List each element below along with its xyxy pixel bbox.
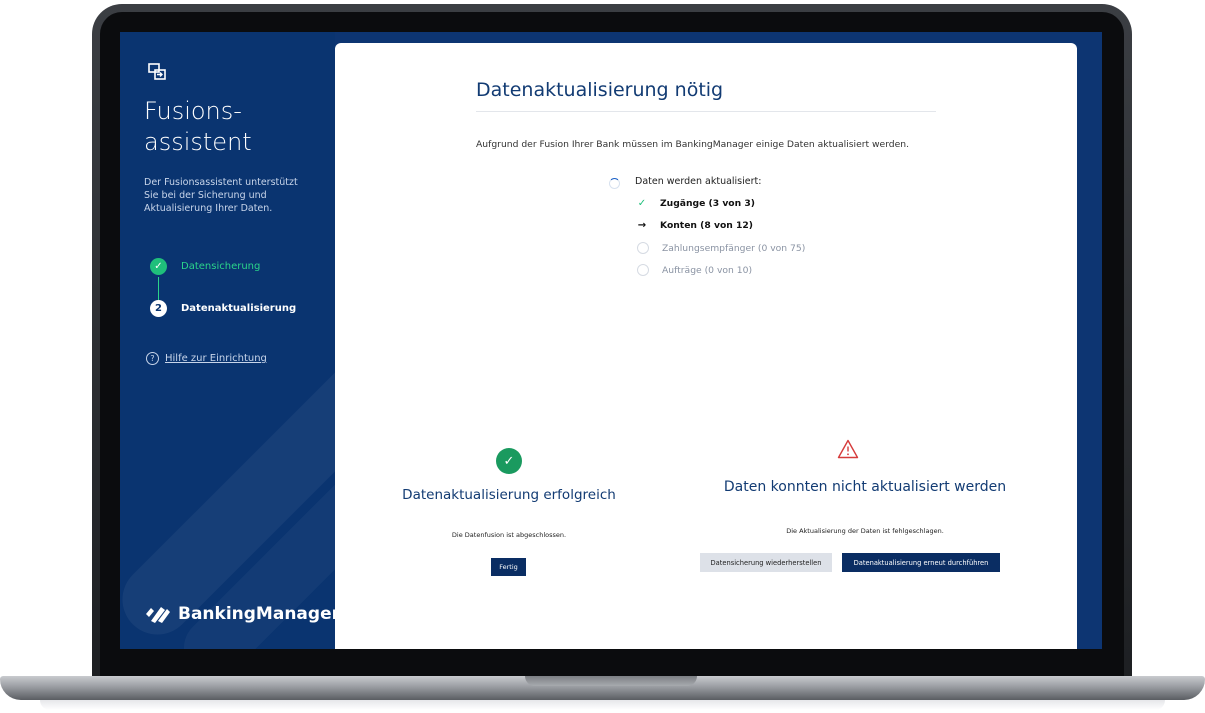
step-label: Datenaktualisierung [181,303,297,314]
help-link[interactable]: ? Hilfe zur Einrichtung [146,352,267,365]
list-item: Zahlungsempfänger (0 von 75) [635,242,805,254]
list-item: Aufträge (0 von 10) [635,264,752,276]
main-panel: Datenaktualisierung nötig Aufgrund der F… [335,43,1077,649]
retry-update-button[interactable]: Datenaktualisierung erneut durchführen [842,553,1000,572]
warning-icon [837,439,859,459]
step-datensicherung: ✓ Datensicherung [150,258,260,275]
brand-logo: BankingManager [145,604,335,624]
empty-circle-icon [637,264,649,276]
list-item-label: Konten (8 von 12) [660,220,753,231]
bankingmanager-logo-icon [146,607,170,623]
step-connector [158,277,159,300]
help-link-label[interactable]: Hilfe zur Einrichtung [165,353,267,364]
laptop-shadow [40,700,1165,710]
page-title: Datenaktualisierung nötig [476,79,724,101]
spinner-icon [609,178,620,189]
list-item-label: Aufträge (0 von 10) [662,264,753,276]
check-icon: ✓ [637,198,647,209]
merge-icon [148,63,166,80]
arrow-right-icon: → [637,220,647,231]
sidebar: Fusions- assistent Der Fusionsassistent … [120,32,335,649]
fertig-button[interactable]: Fertig [491,558,526,576]
step-number: 2 [150,300,167,317]
empty-circle-icon [637,242,649,254]
brand-name: BankingManager [178,604,335,624]
sidebar-description: Der Fusionsassistent unterstützt Sie bei… [144,177,298,214]
list-item-label: Zahlungsempfänger (0 von 75) [662,242,806,254]
error-text: Die Aktualisierung der Daten ist fehlges… [786,527,944,535]
step-datenaktualisierung: 2 Datenaktualisierung [150,300,296,317]
error-title: Daten konnten nicht aktualisiert werden [723,479,1007,495]
app-window: Fusions- assistent Der Fusionsassistent … [120,32,1102,649]
success-text: Die Datenfusion ist abgeschlossen. [451,531,567,539]
laptop-notch [525,676,697,686]
restore-backup-button[interactable]: Datensicherung wiederherstellen [700,553,832,572]
check-icon: ✓ [150,258,167,275]
list-item-label: Zugänge (3 von 3) [660,198,755,209]
help-icon: ? [146,352,159,365]
step-label: Datensicherung [181,261,261,272]
list-item: → Konten (8 von 12) [635,220,753,231]
progress-title: Daten werden aktualisiert: [635,176,762,187]
title-divider [476,111,936,112]
intro-text: Aufgrund der Fusion Ihrer Bank müssen im… [476,139,910,150]
list-item: ✓ Zugänge (3 von 3) [635,198,755,209]
success-check-icon: ✓ [496,448,522,474]
success-title: Datenaktualisierung erfolgreich [402,487,616,503]
sidebar-title: Fusions- assistent [144,97,252,156]
